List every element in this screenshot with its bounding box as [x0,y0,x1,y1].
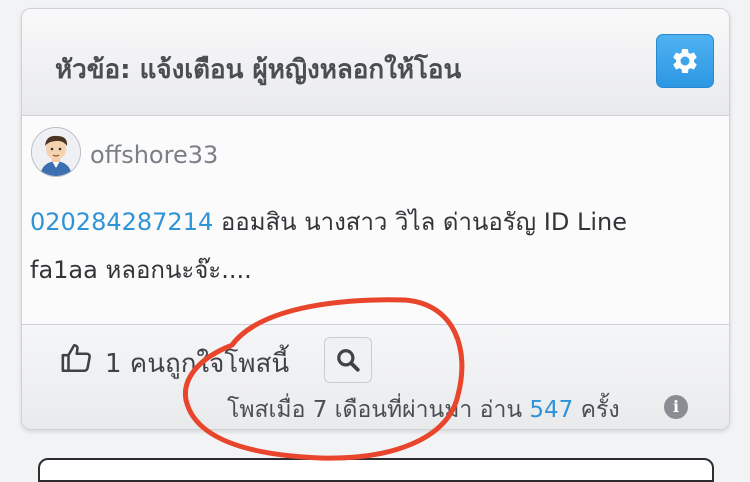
topic-header: หัวข้อ: แจ้งเตือน ผู้หญิงหลอกให้โอน [22,9,729,116]
post-phone-link[interactable]: 020284287214 [30,208,213,236]
search-icon [337,349,360,372]
post-meta-suffix: ครั้ง [573,397,620,423]
post-meta: โพสเมื่อ 7 เดือนที่ผ่านมา อ่าน 547 ครั้ง [227,392,620,428]
next-card-edge [38,458,714,482]
settings-button[interactable] [656,34,714,88]
post-text-line-2: fa1aa หลอกนะจ๊ะ.... [30,256,252,284]
user-avatar-image [32,128,80,176]
username-link[interactable]: offshore33 [90,141,218,169]
post-content: 020284287214 ออมสิน นางสาว วิไล ด่านอรัญ… [30,198,710,294]
thumbs-up-icon[interactable] [60,341,94,375]
avatar[interactable] [31,127,81,177]
post-footer: 1 คนถูกใจโพสนี้ โพสเมื่อ 7 เดือนที่ผ่านม… [22,324,729,429]
topic-card: หัวข้อ: แจ้งเตือน ผู้หญิงหลอกให้โอน offs… [21,8,730,430]
info-icon[interactable]: i [664,395,688,419]
gear-icon [673,48,697,73]
like-count-text: 1 คนถูกใจโพสนี้ [105,349,290,379]
read-count: 547 [529,397,574,423]
post-meta-prefix: โพสเมื่อ 7 เดือนที่ผ่านมา อ่าน [227,397,530,423]
page-title: หัวข้อ: แจ้งเตือน ผู้หญิงหลอกให้โอน [55,55,462,85]
search-button[interactable] [324,337,372,383]
post-text-line-1: ออมสิน นางสาว วิไล ด่านอรัญ ID Line [213,208,627,236]
post-body: offshore33 020284287214 ออมสิน นางสาว วิ… [22,116,729,324]
